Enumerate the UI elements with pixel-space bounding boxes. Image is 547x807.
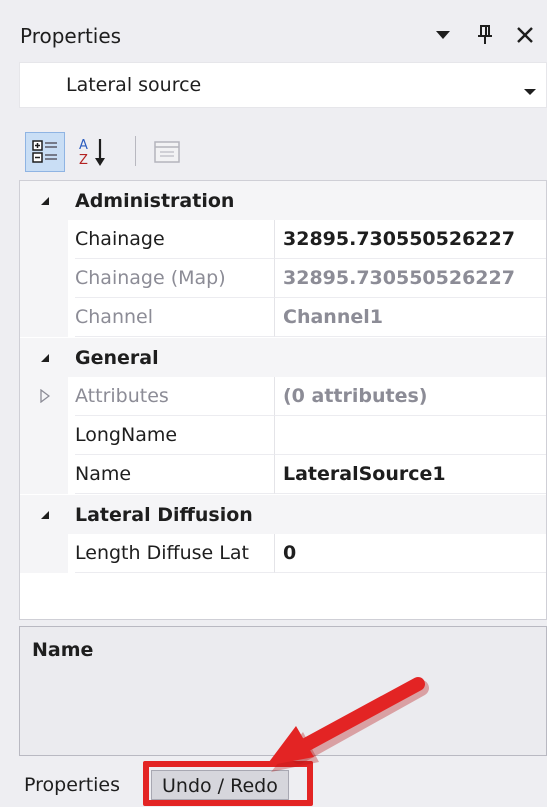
description-pane: Name: [19, 626, 547, 756]
selected-object-name: Lateral source: [66, 74, 202, 96]
alphabetical-sort-button[interactable]: A Z: [73, 132, 113, 172]
property-value[interactable]: 0: [275, 534, 546, 573]
property-value[interactable]: [275, 416, 546, 455]
expand-triangle-icon[interactable]: [40, 389, 50, 403]
property-toolbar: A Z: [19, 122, 547, 178]
property-value: Channel1: [275, 298, 546, 337]
panel-title: Properties: [20, 24, 122, 48]
svg-text:Z: Z: [79, 153, 88, 168]
object-selector[interactable]: Lateral source: [19, 62, 547, 108]
panel-titlebar: Properties: [0, 0, 547, 62]
categorized-icon: [32, 140, 57, 163]
sort-az-icon: A Z: [79, 138, 105, 168]
svg-text:A: A: [79, 138, 88, 153]
collapse-triangle-icon[interactable]: [40, 510, 50, 520]
category-label: Lateral Diffusion: [75, 504, 253, 526]
description-title: Name: [32, 639, 94, 661]
category-administration[interactable]: Administration: [20, 181, 546, 220]
collapse-triangle-icon[interactable]: [40, 196, 50, 206]
property-name: Chainage (Map): [75, 259, 275, 298]
property-name: LongName: [75, 416, 275, 455]
category-lateral-diffusion[interactable]: Lateral Diffusion: [20, 495, 546, 534]
property-value[interactable]: 32895.730550526227: [275, 220, 546, 259]
categorized-view-button[interactable]: [25, 132, 65, 172]
property-value: (0 attributes): [275, 377, 546, 416]
property-value: 32895.730550526227: [275, 259, 546, 298]
property-pages-button[interactable]: [147, 132, 187, 172]
category-general[interactable]: General: [20, 338, 546, 377]
toolbar-separator: [135, 136, 136, 166]
property-value[interactable]: LateralSource1: [275, 455, 546, 494]
property-row-chainage[interactable]: Chainage 32895.730550526227: [20, 220, 546, 259]
property-pages-icon: [154, 141, 180, 163]
property-row-channel[interactable]: Channel Channel1: [20, 298, 546, 337]
dropdown-menu-icon[interactable]: [430, 22, 456, 48]
property-row-attributes[interactable]: Attributes (0 attributes): [20, 377, 546, 416]
close-icon[interactable]: [512, 22, 538, 48]
property-name: Name: [75, 455, 275, 494]
property-grid: Administration Chainage 32895.7305505262…: [19, 180, 547, 620]
highlight-box: [143, 761, 313, 806]
category-label: Administration: [75, 190, 235, 212]
category-label: General: [75, 347, 159, 369]
property-row-chainage-map[interactable]: Chainage (Map) 32895.730550526227: [20, 259, 546, 298]
property-name: Chainage: [75, 220, 275, 259]
chevron-down-icon[interactable]: [524, 81, 536, 100]
pin-icon[interactable]: [472, 22, 498, 48]
tab-properties[interactable]: Properties: [24, 774, 120, 796]
property-row-longname[interactable]: LongName: [20, 416, 546, 455]
property-name: Channel: [75, 298, 275, 337]
property-row-length-diffuse-lat[interactable]: Length Diffuse Lat 0: [20, 534, 546, 573]
property-row-name[interactable]: Name LateralSource1: [20, 455, 546, 494]
collapse-triangle-icon[interactable]: [40, 353, 50, 363]
property-name: Attributes: [75, 377, 275, 416]
property-name: Length Diffuse Lat: [75, 534, 275, 573]
